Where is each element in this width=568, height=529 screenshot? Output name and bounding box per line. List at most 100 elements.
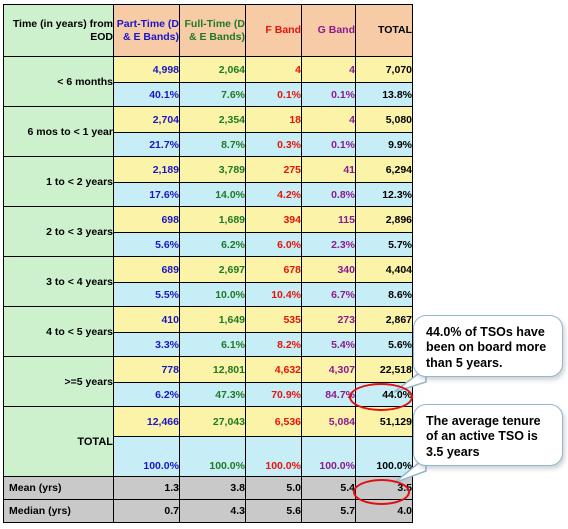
table-row: 6 mos to < 1 year 2,704 2,354 18 4 5,080 [3,106,413,157]
cell-percent-total-highlighted: 44.0% [355,382,413,407]
cell-percent-g-band: 5.4% [301,332,356,357]
cell-total-count-f-band: 6,536 [245,406,302,437]
cell-count-f-band: 678 [245,256,302,283]
cell-mean-f-band: 5.0 [245,476,302,500]
table-row: >=5 years 778 12,801 4,632 4,307 22,518 [3,356,413,407]
cell-count-part-time: 689 [113,256,180,283]
table-row: 2 to < 3 years 698 1,689 394 115 2,896 [3,206,413,257]
row-label-under-6-months: < 6 months [3,56,114,107]
cell-count-part-time: 698 [113,206,180,233]
cell-count-total: 7,070 [355,56,413,83]
table-stats-row-mean: Mean (yrs) 1.3 3.8 5.0 5.4 3.5 [3,476,413,500]
column-header-part-time: Part-Time (D & E Bands) [113,4,180,57]
cell-count-g-band: 340 [301,256,356,283]
row-label-1-to-2-years: 1 to < 2 years [3,156,114,207]
cell-percent-full-time: 6.2% [179,232,246,257]
cell-total-percent-full-time: 100.0% [179,436,246,477]
cell-percent-full-time: 47.3% [179,382,246,407]
cell-percent-g-band: 2.3% [301,232,356,257]
cell-percent-g-band: 0.1% [301,82,356,107]
cell-count-g-band: 4 [301,56,356,83]
cell-percent-f-band: 4.2% [245,182,302,207]
cell-median-full-time: 4.3 [179,499,246,523]
cell-mean-full-time: 3.8 [179,476,246,500]
cell-count-g-band: 41 [301,156,356,183]
cell-median-g-band: 5.7 [301,499,356,523]
infographic-canvas: Time (in years) from EOD Part-Time (D & … [0,0,568,529]
cell-count-part-time: 410 [113,306,180,333]
cell-percent-part-time: 17.6% [113,182,180,207]
cell-percent-full-time: 8.7% [179,132,246,157]
cell-percent-full-time: 7.6% [179,82,246,107]
cell-percent-part-time: 40.1% [113,82,180,107]
cell-count-total: 22,518 [355,356,413,383]
cell-count-part-time: 2,189 [113,156,180,183]
table-row: < 6 months 4,998 2,064 4 4 7,070 [3,56,413,107]
cell-count-total: 2,867 [355,306,413,333]
cell-total-count-total: 51,129 [355,406,413,437]
cell-count-f-band: 275 [245,156,302,183]
callout-average-tenure: The average tenure of an active TSO is 3… [413,404,563,466]
cell-count-full-time: 2,354 [179,106,246,133]
cell-count-g-band: 273 [301,306,356,333]
cell-count-f-band: 535 [245,306,302,333]
cell-total-percent-part-time: 100.0% [113,436,180,477]
cell-count-full-time: 3,789 [179,156,246,183]
cell-median-part-time: 0.7 [113,499,180,523]
cell-count-f-band: 18 [245,106,302,133]
cell-percent-total: 8.6% [355,282,413,307]
cell-count-g-band: 115 [301,206,356,233]
cell-count-part-time: 2,704 [113,106,180,133]
cell-percent-g-band: 0.8% [301,182,356,207]
cell-count-total: 4,404 [355,256,413,283]
cell-count-total: 2,896 [355,206,413,233]
table-header: Time (in years) from EOD Part-Time (D & … [3,4,413,57]
table-row: 3 to < 4 years 689 2,697 678 340 4,404 [3,256,413,307]
row-label-5-years-or-more: >=5 years [3,356,114,407]
cell-percent-part-time: 5.6% [113,232,180,257]
table-stats-row-median: Median (yrs) 0.7 4.3 5.6 5.7 4.0 [3,499,413,523]
cell-percent-total: 5.7% [355,232,413,257]
cell-percent-full-time: 6.1% [179,332,246,357]
cell-total-count-g-band: 5,084 [301,406,356,437]
row-label-median: Median (yrs) [3,499,114,523]
cell-count-f-band: 4 [245,56,302,83]
cell-mean-part-time: 1.3 [113,476,180,500]
cell-percent-part-time: 3.3% [113,332,180,357]
cell-count-full-time: 1,689 [179,206,246,233]
table-row: 1 to < 2 years 2,189 3,789 275 41 6,294 [3,156,413,207]
cell-percent-f-band: 6.0% [245,232,302,257]
cell-median-total: 4.0 [355,499,413,523]
row-label-4-to-5-years: 4 to < 5 years [3,306,114,357]
cell-count-total: 5,080 [355,106,413,133]
cell-count-total: 6,294 [355,156,413,183]
cell-percent-f-band: 0.3% [245,132,302,157]
cell-count-full-time: 2,697 [179,256,246,283]
cell-total-percent-total: 100.0% [355,436,413,477]
cell-percent-f-band: 8.2% [245,332,302,357]
cell-count-f-band: 4,632 [245,356,302,383]
cell-count-g-band: 4,307 [301,356,356,383]
cell-percent-total: 13.8% [355,82,413,107]
column-header-f-band: F Band [245,4,302,57]
column-header-total: TOTAL [355,4,413,57]
cell-count-full-time: 2,064 [179,56,246,83]
column-header-g-band: G Band [301,4,356,57]
cell-count-g-band: 4 [301,106,356,133]
cell-count-part-time: 4,998 [113,56,180,83]
column-header-time: Time (in years) from EOD [3,4,114,57]
row-label-2-to-3-years: 2 to < 3 years [3,206,114,257]
cell-percent-total: 5.6% [355,332,413,357]
cell-percent-total: 12.3% [355,182,413,207]
tso-tenure-table: Time (in years) from EOD Part-Time (D & … [3,4,413,523]
cell-count-f-band: 394 [245,206,302,233]
cell-percent-full-time: 14.0% [179,182,246,207]
cell-total-percent-g-band: 100.0% [301,436,356,477]
cell-percent-part-time: 6.2% [113,382,180,407]
cell-mean-g-band: 5.4 [301,476,356,500]
cell-percent-g-band: 0.1% [301,132,356,157]
table-total-row: TOTAL 12,466 27,043 6,536 5,084 51,129 [3,406,413,477]
cell-percent-part-time: 5.5% [113,282,180,307]
table-body: < 6 months 4,998 2,064 4 4 7,070 40.1% 7… [3,56,413,523]
cell-count-full-time: 1,649 [179,306,246,333]
